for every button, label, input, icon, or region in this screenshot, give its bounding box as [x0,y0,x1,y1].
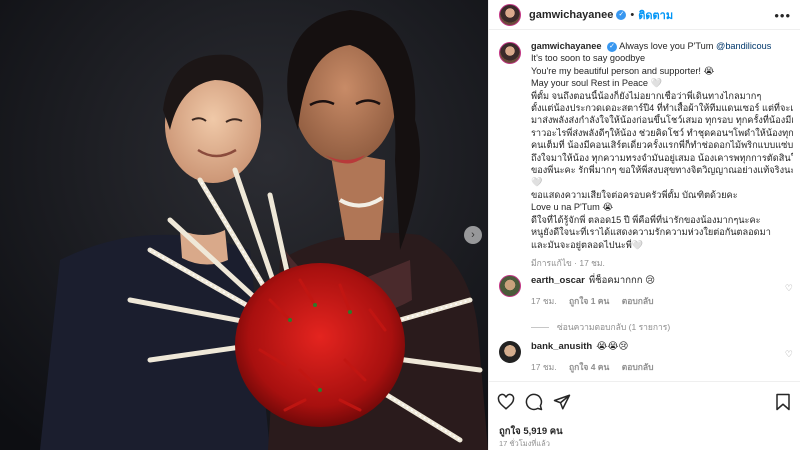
comment-time: 17 ชม. [531,296,557,306]
post-time-ago: 17 ชั่วโมงที่แล้ว [499,439,550,448]
comment-item: bank_anusith 😭😭😢 17 ชม. ถูกใจ 4 คน ตอบกลั… [499,341,795,373]
likes-count[interactable]: ถูกใจ 5,919 คน [499,424,563,439]
comment-text: 😭😭😢 [596,341,629,352]
photo-illustration [0,0,488,450]
caption-line: You're my beautiful person and supporter… [531,65,715,76]
author-avatar[interactable] [499,3,521,26]
caption-line: It's too soon to say goodbye [531,53,646,64]
share-icon[interactable] [553,393,571,411]
caption-line: ถึงใจมาให้น้อง ทุกความทรงจำมันอยู่เสมอ น… [531,152,793,163]
heart-icon[interactable]: ♡ [785,349,793,360]
caption-line: ตั้งแต่น้องประกวดเดอะสตาร์ปี4 ที่ทำเสื้อ… [531,103,793,114]
post-details-panel: gamwichayanee ✓ • ติดตาม ••• gamwichayan… [488,0,800,450]
post-header: gamwichayanee ✓ • ติดตาม ••• [489,0,800,30]
comment-likes[interactable]: ถูกใจ 4 คน [569,362,609,372]
hide-replies-toggle[interactable]: ซ่อนความตอบกลับ (1 รายการ) [531,320,670,334]
instagram-post-modal: › gamwichayanee ✓ • ติดตาม ••• gamwichay… [0,0,800,450]
comments-scroll-area[interactable]: gamwichayanee ✓ Always love you P'Tum @b… [489,31,800,380]
bookmark-icon[interactable] [775,393,791,411]
commenter-username[interactable]: earth_oscar [531,275,585,286]
comment-body: bank_anusith 😭😭😢 17 ชม. ถูกใจ 4 คน ตอบกลั… [531,341,781,373]
comment-item: earth_oscar พี่ช็อคมากกก 😢 17 ชม. ถูกใจ 1… [499,275,795,307]
verified-icon: ✓ [607,41,618,52]
next-photo-button[interactable]: › [464,226,482,244]
comment-likes[interactable]: ถูกใจ 1 คน [569,296,609,306]
caption-line: ของพี่นะคะ รักพี่มากๆ ขอให้พี่สงบสุขทางจ… [531,165,793,176]
comment-body: earth_oscar พี่ช็อคมากกก 😢 17 ชม. ถูกใจ 1… [531,275,781,307]
post-actions: ถูกใจ 5,919 คน 17 ชั่วโมงที่แล้ว [489,381,800,450]
caption-line: May your soul Rest in Peace 🤍 [531,78,662,89]
post-caption: gamwichayanee ✓ Always love you P'Tum @b… [499,40,795,269]
comment-icon[interactable] [525,393,543,411]
chevron-right-icon: › [471,229,475,241]
caption-line: Love u na P'Tum 😭 [531,202,614,213]
divider-line [531,326,549,328]
commenter-avatar[interactable] [499,341,521,363]
caption-first-line: Always love you P'Tum [619,41,714,51]
caption-line: 🤍 [531,177,543,188]
follow-button[interactable]: ติดตาม [638,6,673,24]
heart-icon[interactable]: ♡ [785,283,793,294]
commenter-username[interactable]: bank_anusith [531,341,592,352]
caption-edited-meta: มีการแก้ไข · 17 ชม. [531,257,605,268]
caption-line: พี่ตั้ม จนถึงตอนนี้น้องก็ยังไม่อยากเชื่อ… [531,90,762,101]
caption-line: คนเต็มที่ น้องมีคอนเสิร์ตเดี่ยวครั้งแรกพ… [531,140,793,151]
caption-line: และมันจะอยู่ตลอดไปนะพี่🤍 [531,239,644,250]
caption-line: ขอแสดงความเสียใจต่อครอบครัวพี่ตั้ม บัณฑิ… [531,189,738,200]
author-username[interactable]: gamwichayanee [529,9,613,21]
comment-meta: 17 ชม. ถูกใจ 1 คน ตอบกลับ [531,295,781,307]
verified-icon: ✓ [616,9,627,20]
caption-avatar[interactable] [499,42,521,64]
post-photo[interactable]: › [0,0,488,450]
heart-icon[interactable] [497,393,515,411]
more-icon[interactable]: ••• [774,8,791,23]
caption-line: ราวอะไรพี่ส่งพลังดีๆให้น้อง ช่วยคิดโชว์ … [531,127,793,138]
reply-button[interactable]: ตอบกลับ [622,296,654,306]
caption-text: gamwichayanee ✓ Always love you P'Tum @b… [531,40,793,269]
caption-line: หนูยังดีใจนะที่เราได้แสดงความรักความห่วง… [531,227,771,238]
action-icons [497,393,581,411]
comment-meta: 17 ชม. ถูกใจ 4 คน ตอบกลับ [531,361,781,373]
caption-mention-link[interactable]: @bandilicous [716,41,771,51]
caption-line: มาส่งพลังส่งกำลังใจให้น้องก่อนขึ้นโชว์เส… [531,115,793,126]
separator-dot: • [630,8,635,21]
reply-button[interactable]: ตอบกลับ [622,362,654,372]
commenter-avatar[interactable] [499,275,521,297]
caption-username[interactable]: gamwichayanee [531,41,601,51]
comment-time: 17 ชม. [531,362,557,372]
chili-bouquet [235,263,405,427]
hide-replies-label: ซ่อนความตอบกลับ (1 รายการ) [557,322,671,332]
comment-text: พี่ช็อคมากกก 😢 [588,275,656,286]
caption-line: ดีใจที่ได้รู้จักพี่ ตลอด15 ปี พี่คือพี่ท… [531,214,761,225]
